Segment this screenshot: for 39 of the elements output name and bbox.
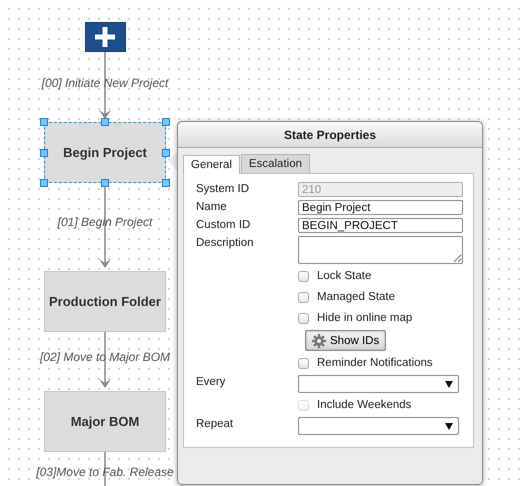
field-label: Custom ID [196, 218, 252, 231]
checkbox[interactable] [298, 312, 309, 324]
dropdown[interactable] [298, 375, 459, 393]
field-label: Name [196, 200, 228, 213]
text-field[interactable]: Begin Project [298, 200, 463, 215]
resize-handle[interactable] [40, 179, 48, 187]
field-label: Every [196, 375, 226, 388]
text-field[interactable]: BEGIN_PROJECT [298, 218, 463, 233]
resize-handle[interactable] [162, 179, 170, 187]
state-node[interactable]: Major BOM [44, 391, 166, 452]
state-node[interactable]: Production Folder [44, 271, 166, 332]
checkbox[interactable] [298, 358, 309, 368]
checkbox-label: Hide in online map [317, 312, 412, 324]
resize-handle[interactable] [101, 179, 109, 187]
show-ids-button[interactable]: Show IDs [305, 330, 386, 351]
checkbox[interactable] [298, 292, 309, 302]
dropdown-arrow-icon [445, 380, 453, 388]
dropdown[interactable] [298, 417, 459, 435]
resize-handle[interactable] [162, 118, 170, 126]
checkbox-label: Include Weekends [317, 399, 412, 411]
start-node[interactable] [84, 22, 126, 52]
checkbox-label: Managed State [317, 291, 396, 303]
tab[interactable]: General [183, 155, 240, 174]
checkbox[interactable] [298, 270, 309, 282]
resize-handle[interactable] [101, 118, 109, 126]
gear-icon [312, 334, 326, 348]
checkbox-label: Lock State [317, 270, 372, 282]
checkbox-label: Reminder Notifications [317, 357, 433, 369]
resize-handle[interactable] [40, 148, 48, 156]
resize-handle[interactable] [40, 118, 48, 126]
tab[interactable]: Escalation [240, 154, 310, 173]
field-label: System ID [196, 182, 250, 195]
resize-handle[interactable] [162, 148, 170, 156]
dialog-title: State Properties [284, 128, 376, 142]
description-field[interactable] [298, 236, 463, 264]
dropdown-arrow-icon [445, 422, 453, 430]
plus-icon [94, 26, 116, 48]
field-label: Repeat [196, 417, 234, 430]
field-label: Description [196, 236, 255, 249]
